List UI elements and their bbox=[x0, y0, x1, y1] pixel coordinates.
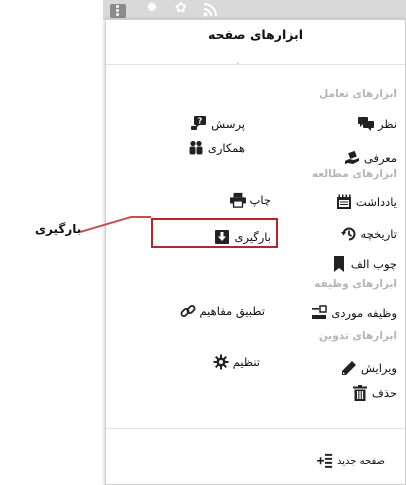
settings-button[interactable]: تنظیم bbox=[213, 354, 260, 370]
panel-title: ابزارهای صفحه bbox=[207, 27, 304, 42]
section-study: ابزارهای مطالعه bbox=[311, 168, 397, 180]
print-label: چاپ bbox=[249, 193, 271, 207]
case-task-label: وظیفه موردی bbox=[331, 306, 397, 320]
case-task-button[interactable]: وظیفه موردی bbox=[311, 305, 397, 321]
collaborate-label: همکاری bbox=[207, 141, 245, 155]
settings-label: تنظیم bbox=[232, 355, 260, 369]
panel-subtitle-mark: ، bbox=[236, 57, 240, 68]
page-tools-panel: ابزارهای صفحه ، ابزارهای تعامل نظر ? پرس… bbox=[105, 19, 406, 485]
notes-label: یادداشت bbox=[355, 195, 397, 209]
introduce-button[interactable]: معرفی bbox=[344, 150, 397, 166]
screen: ✸ ✿ ابزارهای صفحه ، ابزارهای تعامل نظر ?… bbox=[0, 0, 406, 485]
callout-highlight-box bbox=[151, 218, 278, 248]
footer-divider bbox=[106, 428, 405, 429]
section-interaction: ابزارهای تعامل bbox=[319, 88, 397, 100]
rss-icon[interactable] bbox=[203, 3, 217, 20]
bookmark-label: چوب الف bbox=[350, 257, 397, 271]
section-edit: ابزارهای تدوین bbox=[318, 330, 397, 342]
collaborate-button[interactable]: همکاری bbox=[188, 140, 245, 156]
print-button[interactable]: چاپ bbox=[229, 192, 271, 208]
concept-map-button[interactable]: تطبیق مفاهیم bbox=[180, 303, 266, 319]
section-task: ابزارهای وظیفه bbox=[314, 278, 397, 290]
comment-icon bbox=[358, 116, 375, 132]
ask-label: پرسش bbox=[211, 117, 245, 131]
ask-button[interactable]: ? پرسش bbox=[191, 116, 245, 132]
trash-icon bbox=[352, 385, 368, 401]
gear-icon[interactable]: ✿ bbox=[175, 1, 187, 15]
gear-icon bbox=[213, 354, 229, 370]
concept-map-label: تطبیق مفاهیم bbox=[199, 304, 266, 318]
menu-icon[interactable] bbox=[110, 4, 126, 18]
bookmark-button[interactable]: چوب الف bbox=[331, 256, 397, 272]
comment-button[interactable]: نظر bbox=[358, 116, 397, 132]
printer-icon bbox=[229, 192, 246, 208]
notes-button[interactable]: یادداشت bbox=[336, 194, 397, 210]
delete-label: حذف bbox=[371, 386, 397, 400]
new-page-button[interactable]: صفحه جدید bbox=[316, 453, 385, 469]
pencil-icon bbox=[341, 360, 357, 376]
bookmark-icon bbox=[331, 256, 347, 272]
new-page-label: صفحه جدید bbox=[336, 455, 385, 467]
notebook-icon bbox=[336, 194, 352, 210]
share-hand-icon bbox=[344, 150, 360, 166]
people-icon bbox=[188, 140, 204, 156]
introduce-label: معرفی bbox=[363, 151, 397, 165]
svg-text:?: ? bbox=[198, 117, 203, 126]
link-icon bbox=[180, 303, 196, 319]
edit-label: ویرایش bbox=[360, 361, 397, 375]
add-page-icon bbox=[316, 453, 333, 469]
question-bubble-icon: ? bbox=[191, 116, 207, 132]
star-icon[interactable]: ✸ bbox=[146, 1, 158, 15]
delete-button[interactable]: حذف bbox=[352, 385, 397, 401]
callout-line bbox=[80, 216, 151, 233]
task-list-icon bbox=[311, 305, 328, 321]
history-button[interactable]: تاریخچه bbox=[340, 226, 397, 242]
history-label: تاریخچه bbox=[360, 227, 397, 241]
header-divider bbox=[106, 64, 405, 65]
comment-label: نظر bbox=[378, 117, 397, 131]
history-clock-icon bbox=[340, 226, 357, 242]
callout-label: بارگیری bbox=[35, 222, 82, 236]
edit-button[interactable]: ویرایش bbox=[341, 360, 397, 376]
